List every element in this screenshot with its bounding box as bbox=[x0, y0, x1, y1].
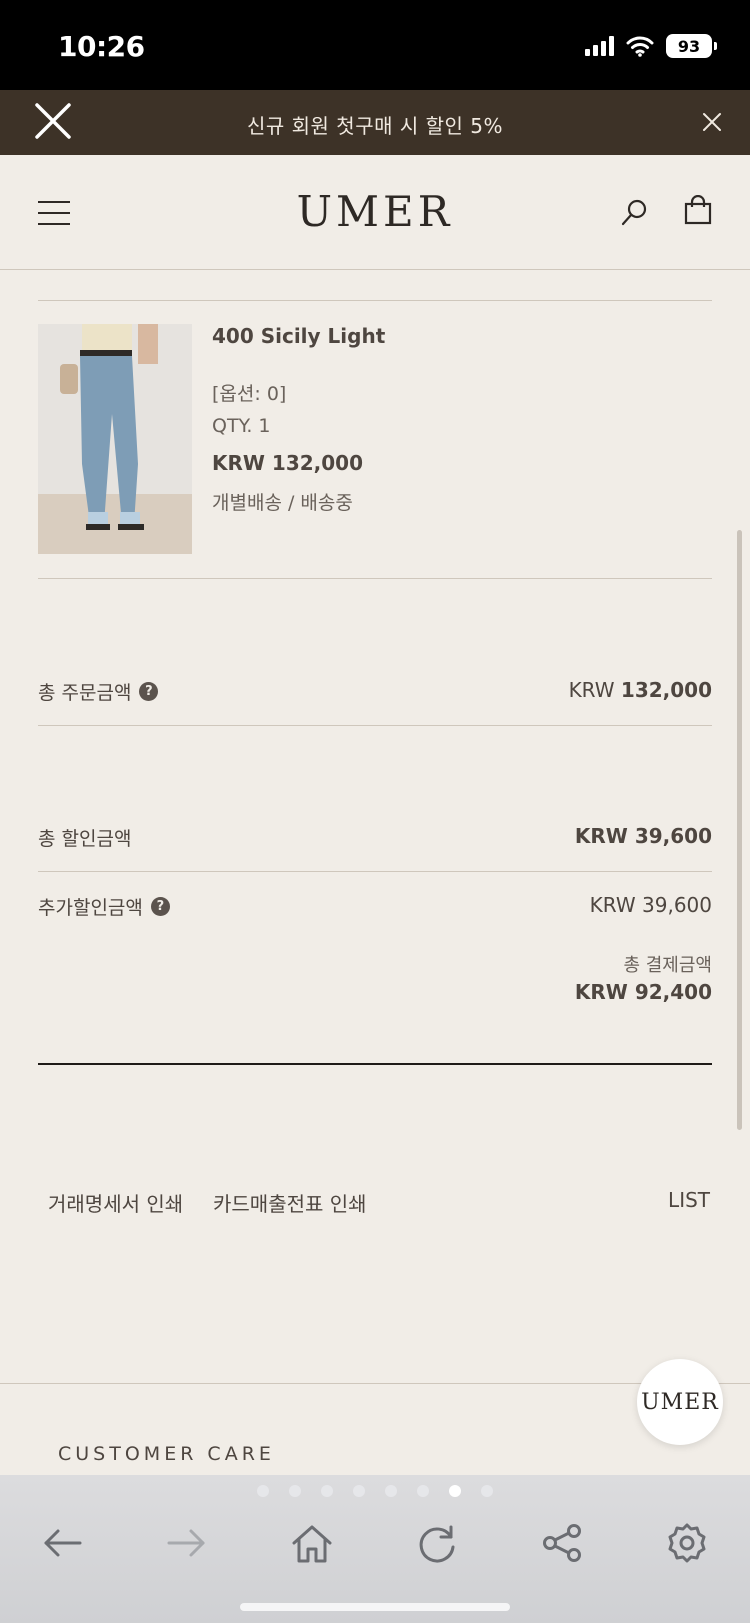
status-bar: 10:26 93 bbox=[0, 0, 750, 90]
page-dot[interactable] bbox=[417, 1485, 429, 1497]
total-discount-label: 총 할인금액 bbox=[38, 828, 132, 850]
page-dot[interactable] bbox=[257, 1485, 269, 1497]
home-indicator[interactable] bbox=[240, 1603, 510, 1611]
total-order-value: KRW 132,000 bbox=[569, 678, 712, 702]
page-dot[interactable] bbox=[353, 1485, 365, 1497]
shopping-bag-icon[interactable] bbox=[684, 195, 712, 225]
total-discount-value: KRW 39,600 bbox=[574, 824, 712, 848]
product-name[interactable]: 400 Sicily Light bbox=[212, 324, 385, 348]
product-qty: QTY. 1 bbox=[212, 415, 271, 437]
promo-text: 신규 회원 첫구매 시 할인 5% bbox=[246, 114, 503, 138]
footer-divider bbox=[0, 1383, 750, 1384]
card-slip-print-button[interactable]: 카드매출전표 인쇄 bbox=[213, 1188, 367, 1217]
total-payment-value: KRW 92,400 bbox=[574, 980, 712, 1004]
page-dot[interactable] bbox=[385, 1485, 397, 1497]
help-icon[interactable]: ? bbox=[139, 682, 159, 701]
page-dot-active[interactable] bbox=[449, 1485, 461, 1497]
page-dots bbox=[0, 1485, 750, 1497]
share-icon[interactable] bbox=[538, 1519, 586, 1567]
status-icons: 93 bbox=[585, 34, 717, 58]
settings-icon[interactable] bbox=[663, 1519, 711, 1567]
divider bbox=[38, 300, 712, 301]
back-icon[interactable] bbox=[38, 1519, 86, 1567]
forward-icon[interactable] bbox=[163, 1519, 211, 1567]
scrollbar[interactable] bbox=[737, 530, 742, 1130]
extra-discount-value: KRW 39,600 bbox=[589, 893, 712, 917]
extra-discount-label-text: 추가할인금액 bbox=[38, 897, 143, 919]
page-dot[interactable] bbox=[289, 1485, 301, 1497]
product-price: KRW 132,000 bbox=[212, 451, 364, 475]
total-order-label-text: 총 주문금액 bbox=[38, 682, 132, 704]
page-dot[interactable] bbox=[481, 1485, 493, 1497]
extra-discount-label: 추가할인금액 ? bbox=[38, 893, 170, 920]
divider bbox=[38, 578, 712, 579]
umer-floating-button[interactable]: UMER bbox=[637, 1359, 723, 1445]
status-time: 10:26 bbox=[58, 30, 145, 63]
divider bbox=[38, 871, 712, 872]
total-order-label: 총 주문금액 ? bbox=[38, 678, 159, 705]
total-payment-label: 총 결제금액 bbox=[623, 955, 712, 976]
promo-close-icon[interactable] bbox=[702, 112, 722, 132]
list-button[interactable]: LIST bbox=[668, 1188, 710, 1212]
total-order-amount: 132,000 bbox=[620, 678, 712, 702]
help-icon[interactable]: ? bbox=[150, 897, 170, 916]
wifi-icon bbox=[626, 36, 654, 57]
product-photo bbox=[38, 324, 192, 554]
search-icon[interactable] bbox=[620, 197, 650, 227]
section-divider bbox=[38, 1063, 712, 1065]
product-option: [옵션: 0] bbox=[212, 383, 287, 405]
receipt-print-button[interactable]: 거래명세서 인쇄 bbox=[48, 1188, 183, 1217]
promo-banner: 신규 회원 첫구매 시 할인 5% bbox=[0, 90, 750, 155]
refresh-icon[interactable] bbox=[413, 1519, 461, 1567]
site-header: UMER bbox=[0, 155, 750, 270]
battery-icon: 93 bbox=[666, 34, 717, 58]
signal-icon bbox=[585, 36, 614, 56]
shipping-status: 개별배송 / 배송중 bbox=[212, 492, 353, 514]
browser-toolbar bbox=[0, 1475, 750, 1623]
divider bbox=[38, 725, 712, 726]
home-icon[interactable] bbox=[288, 1519, 336, 1567]
page-dot[interactable] bbox=[321, 1485, 333, 1497]
customer-care-heading: CUSTOMER CARE bbox=[58, 1443, 275, 1465]
product-image[interactable] bbox=[38, 324, 192, 554]
total-order-currency: KRW bbox=[568, 678, 615, 702]
